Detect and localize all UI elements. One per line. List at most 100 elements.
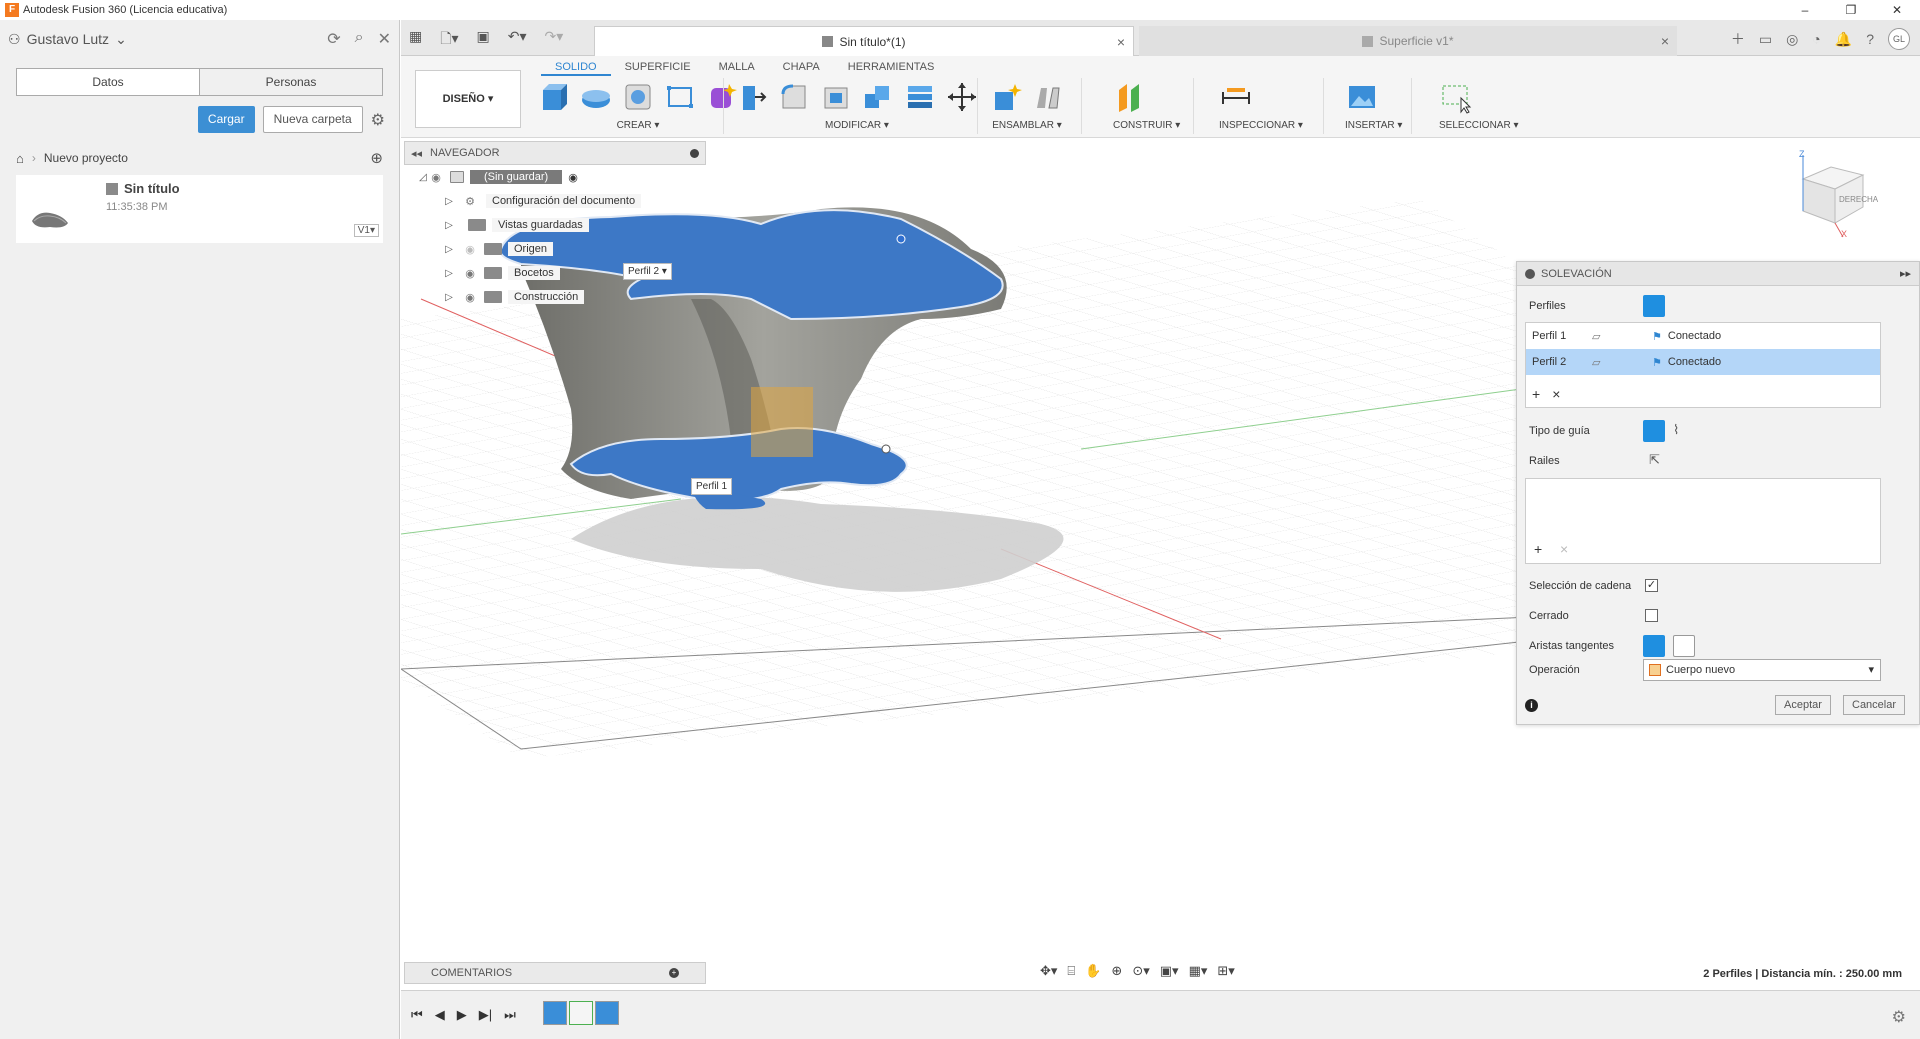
move-copy-icon[interactable]	[945, 80, 979, 114]
window-select-icon[interactable]	[1439, 80, 1473, 114]
file-menu-icon[interactable]: 🗋▾	[440, 28, 458, 52]
insert-image-icon[interactable]	[1345, 80, 1379, 114]
group-label-ensamblar[interactable]: ENSAMBLAR ▾	[989, 120, 1065, 131]
shell-icon[interactable]	[819, 80, 853, 114]
pan-icon[interactable]: ✋	[1085, 963, 1101, 979]
radio-active-icon[interactable]: ◉	[568, 171, 578, 184]
look-at-icon[interactable]: ⌸	[1067, 963, 1075, 979]
fillet-icon[interactable]	[777, 80, 811, 114]
loft-dialog-header[interactable]: SOLEVACIÓN ▸▸	[1517, 262, 1919, 286]
globe-icon[interactable]: ⊕	[370, 149, 383, 167]
expand-triangle-icon[interactable]: ▷	[444, 220, 454, 231]
expand-panel-icon[interactable]: ▸▸	[1900, 267, 1911, 280]
eye-icon[interactable]: ◉	[462, 267, 478, 280]
add-icon[interactable]: +	[1534, 541, 1542, 557]
group-label-crear[interactable]: CREAR ▾	[537, 120, 739, 131]
expand-triangle-icon[interactable]: ▷	[444, 196, 454, 207]
display-settings-icon[interactable]: ▣▾	[1160, 963, 1179, 979]
expand-triangle-icon[interactable]: ▷	[444, 268, 454, 279]
tab-malla[interactable]: MALLA	[705, 58, 769, 76]
go-to-end-icon[interactable]: ⏭	[504, 1007, 516, 1023]
group-label-seleccionar[interactable]: SELECCIONAR ▾	[1439, 120, 1519, 131]
tab-superficie[interactable]: Superficie v1* ×	[1139, 26, 1677, 56]
new-tab-icon[interactable]: ＋	[1731, 29, 1745, 49]
job-status-icon[interactable]: ◔	[1812, 31, 1820, 47]
offset-faces-icon[interactable]	[903, 80, 937, 114]
pin-icon[interactable]	[690, 148, 699, 158]
delete-icon[interactable]: ×	[1552, 386, 1560, 402]
offset-plane-icon[interactable]	[1113, 80, 1147, 114]
comments-panel[interactable]: COMENTARIOS +	[404, 962, 706, 984]
press-pull-icon[interactable]	[735, 80, 769, 114]
help-icon[interactable]: ?	[1866, 31, 1874, 47]
navigator-header[interactable]: ◂◂ NAVEGADOR	[404, 141, 706, 165]
combine-icon[interactable]	[861, 80, 895, 114]
tab-superficie[interactable]: SUPERFICIE	[611, 58, 705, 76]
chat-icon[interactable]: ▭	[1759, 31, 1772, 48]
tab-personas[interactable]: Personas	[199, 69, 382, 95]
expand-triangle-icon[interactable]: ▷	[444, 292, 454, 303]
new-component-icon[interactable]	[537, 80, 571, 114]
redo-icon[interactable]: ↷▾	[545, 28, 564, 52]
play-icon[interactable]: ▶	[457, 1007, 467, 1023]
nav-item-saved-views[interactable]: ▷ Vistas guardadas	[404, 213, 706, 237]
centerline-icon[interactable]: ⌇	[1673, 422, 1679, 438]
zoom-icon[interactable]: ⊕	[1111, 963, 1122, 979]
group-label-insertar[interactable]: INSERTAR ▾	[1345, 120, 1402, 131]
refresh-icon[interactable]: ⟳	[327, 29, 340, 49]
connected-icon[interactable]: ⚑	[1652, 330, 1662, 343]
expand-triangle-icon[interactable]: ▷	[444, 244, 454, 255]
table-row[interactable]: Perfil 2 ▱ ⚑ Conectado	[1526, 349, 1880, 375]
sketch-rectangle-icon[interactable]	[663, 80, 697, 114]
nav-item-document-settings[interactable]: ▷ ⚙ Configuración del documento	[404, 189, 706, 213]
new-component-icon[interactable]	[989, 80, 1023, 114]
nav-root[interactable]: ◿ ◉ (Sin guardar) ◉	[404, 165, 706, 189]
tab-chapa[interactable]: CHAPA	[769, 58, 834, 76]
home-icon[interactable]: ⌂	[16, 151, 24, 166]
new-folder-button[interactable]: Nueva carpeta	[262, 106, 363, 133]
closed-checkbox[interactable]	[1645, 609, 1658, 622]
expand-triangle-icon[interactable]: ◿	[418, 172, 428, 183]
add-icon[interactable]: +	[1532, 386, 1540, 402]
collapse-icon[interactable]	[1525, 268, 1535, 279]
close-icon[interactable]: ✕	[378, 29, 391, 49]
user-menu[interactable]: ⚇ Gustavo Lutz ⌄	[8, 31, 327, 48]
profile-type-icon[interactable]: ▱	[1592, 356, 1652, 369]
view-cube[interactable]: DERECHA Z X	[1785, 149, 1878, 239]
nav-item-construction[interactable]: ▷ ◉ Construcción	[404, 285, 706, 309]
profiles-select-button[interactable]	[1643, 295, 1665, 317]
zoom-window-icon[interactable]: ⊙▾	[1132, 963, 1149, 979]
go-to-start-icon[interactable]: ⏮	[411, 1007, 423, 1023]
close-window-button[interactable]: ✕	[1874, 0, 1920, 20]
guide-rails-button[interactable]	[1643, 420, 1665, 442]
file-card[interactable]: Sin título 11:35:38 PM V1▾	[16, 175, 383, 243]
profile-type-icon[interactable]: ▱	[1592, 330, 1652, 343]
search-icon[interactable]: ⌕	[355, 29, 364, 49]
restore-button[interactable]: ❐	[1828, 0, 1874, 20]
close-tab-icon[interactable]: ×	[1661, 33, 1669, 49]
viewports-icon[interactable]: ⊞▾	[1217, 963, 1234, 979]
timeline-plane-icon[interactable]	[569, 1001, 593, 1025]
notifications-icon[interactable]: 🔔	[1835, 31, 1852, 48]
upload-button[interactable]: Cargar	[197, 106, 255, 133]
chain-select-checkbox[interactable]: ✓	[1645, 579, 1658, 592]
add-comment-icon[interactable]: +	[669, 968, 679, 978]
collapse-icon[interactable]: ◂◂	[411, 147, 422, 160]
gear-icon[interactable]: ⚙	[1892, 1007, 1906, 1027]
eye-icon[interactable]: ◉	[428, 171, 444, 184]
save-icon[interactable]: ▣	[477, 28, 490, 52]
gear-icon[interactable]: ⚙	[371, 110, 385, 130]
eye-hidden-icon[interactable]: ◉	[462, 243, 478, 256]
step-forward-icon[interactable]: ▶|	[479, 1007, 492, 1023]
tangent-keep-button[interactable]	[1673, 635, 1695, 657]
measure-icon[interactable]	[1219, 80, 1253, 114]
nav-item-sketches[interactable]: ▷ ◉ Bocetos	[404, 261, 706, 285]
step-back-icon[interactable]: ◀	[435, 1007, 445, 1023]
close-tab-icon[interactable]: ×	[1117, 34, 1125, 50]
profile-1-label[interactable]: Perfil 1	[691, 478, 733, 495]
extensions-icon[interactable]: ◎	[1786, 31, 1798, 48]
version-badge[interactable]: V1▾	[353, 224, 379, 237]
cancel-button[interactable]: Cancelar	[1843, 695, 1906, 715]
orbit-icon[interactable]: ✥▾	[1040, 963, 1057, 979]
tab-herramientas[interactable]: HERRAMIENTAS	[834, 58, 949, 76]
